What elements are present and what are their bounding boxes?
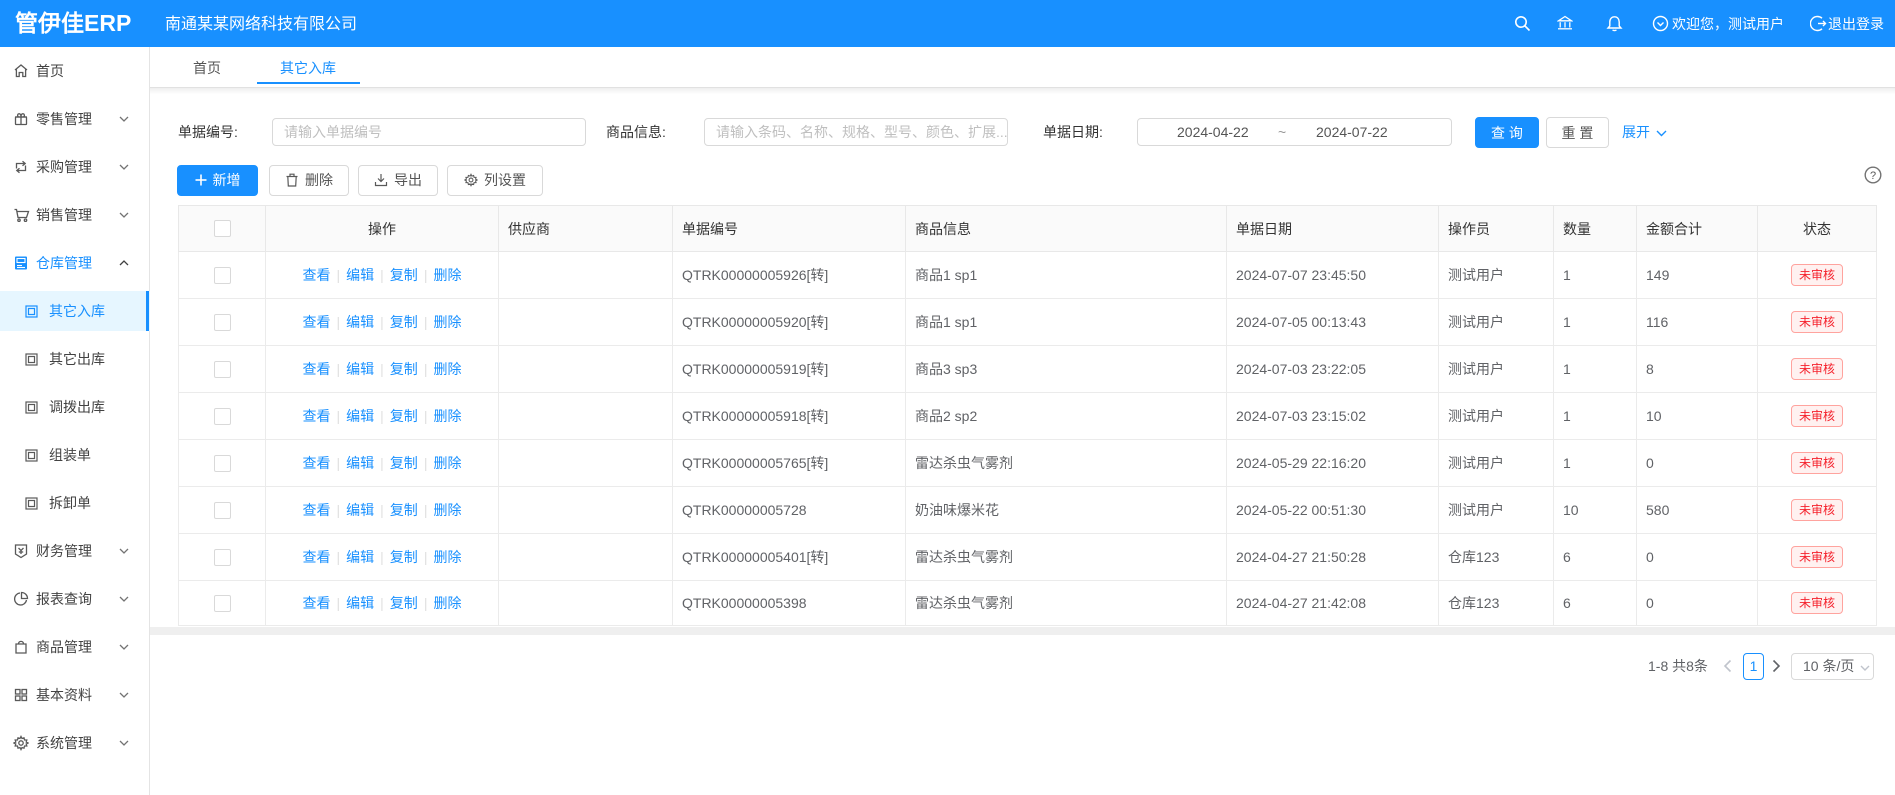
svg-text:?: ? bbox=[1870, 170, 1876, 182]
